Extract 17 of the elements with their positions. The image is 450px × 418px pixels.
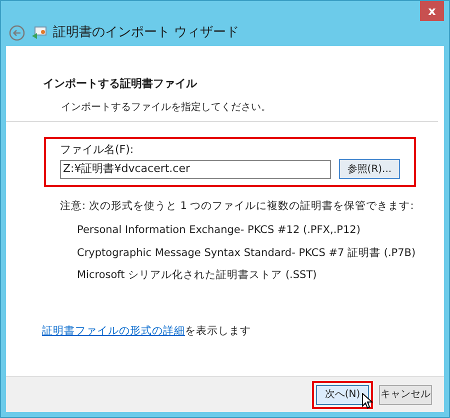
format-item: Cryptographic Message Syntax Standard- PKCS #7 証明書 (.P7B) [77, 246, 417, 260]
close-button[interactable]: x [420, 1, 444, 21]
format-item: Microsoft シリアル化された証明書ストア (.SST) [77, 268, 318, 284]
note-text: 注意: 次の形式を使うと 1 つのファイルに複数の証明書を保管できます: [60, 199, 415, 214]
section-subtitle: インポートするファイルを指定してください。 [60, 100, 272, 114]
back-icon[interactable] [9, 25, 25, 41]
details-link[interactable]: 証明書ファイルの形式の詳細 [42, 324, 185, 340]
file-name-field[interactable]: Z:¥証明書¥dvcacert.cer [60, 160, 331, 178]
window-title: 証明書のインポート ウィザード [53, 24, 240, 42]
section-title: インポートする証明書ファイル [43, 76, 198, 92]
cursor-icon [362, 392, 373, 410]
browse-button[interactable]: 参照(R)... [338, 159, 400, 179]
format-item: Personal Information Exchange- PKCS #12 (.PFX,.P12) [77, 222, 362, 238]
details-text: を表示します [185, 324, 251, 340]
file-name-label: ファイル名(F): [60, 142, 135, 158]
certificate-icon [31, 26, 47, 40]
dialog-button[interactable]: キャンセル [379, 384, 432, 404]
